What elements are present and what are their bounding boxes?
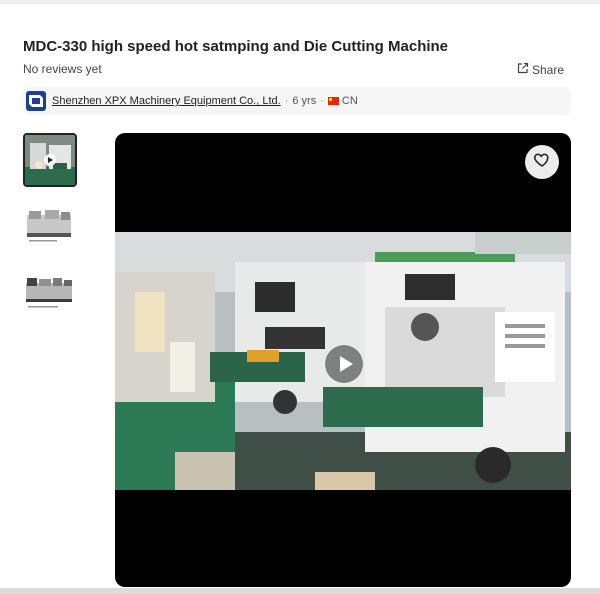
thumbnail-video[interactable] (23, 133, 77, 187)
thumbnail-image[interactable] (23, 199, 75, 251)
top-border (0, 0, 600, 4)
supplier-name-link[interactable]: Shenzhen XPX Machinery Equipment Co., Lt… (52, 95, 281, 107)
thumbnail-image[interactable] (23, 266, 75, 318)
play-button[interactable] (323, 343, 365, 385)
heart-icon (533, 151, 551, 174)
supplier-years: 6 yrs (292, 95, 317, 107)
share-label: Share (531, 62, 564, 77)
share-icon (517, 62, 529, 77)
media-viewer[interactable] (115, 133, 571, 587)
bottom-scroll-edge (0, 588, 600, 594)
reviews-text: No reviews yet (23, 62, 102, 76)
supplier-country: CN (341, 95, 358, 107)
play-icon (44, 154, 56, 166)
supplier-logo-icon (26, 91, 46, 111)
favorite-button[interactable] (525, 145, 559, 179)
flag-cn-icon (327, 97, 339, 105)
separator: · (284, 95, 289, 107)
share-button[interactable]: Share (517, 62, 564, 77)
supplier-bar: Shenzhen XPX Machinery Equipment Co., Lt… (23, 87, 571, 115)
separator: · (320, 95, 324, 107)
product-title: MDC-330 high speed hot satmping and Die … (23, 38, 449, 55)
